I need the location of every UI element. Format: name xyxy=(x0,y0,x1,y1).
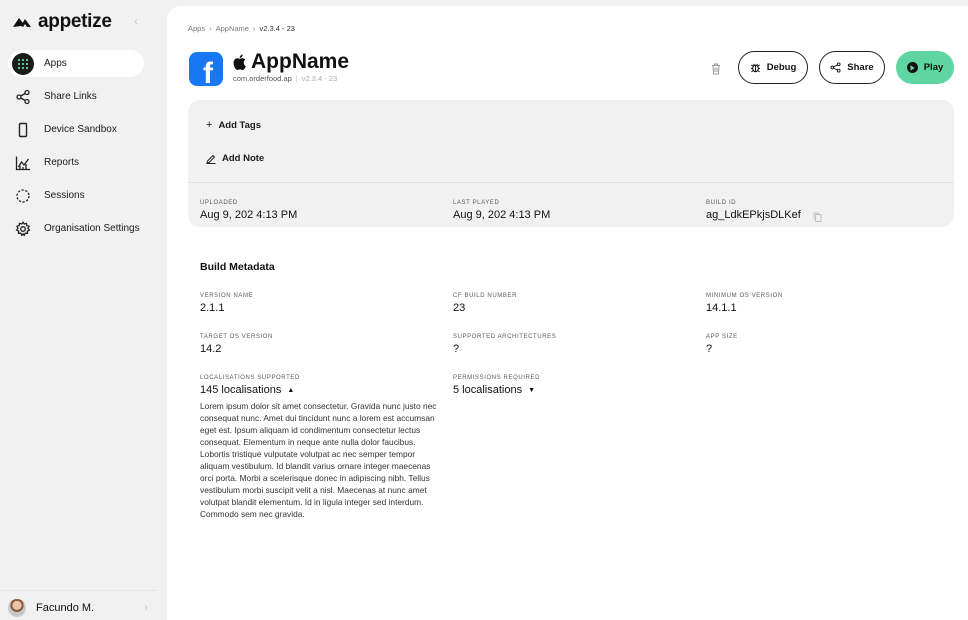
sidebar: appetize ‹ Apps Share Links Device Sandb… xyxy=(0,0,158,620)
sidebar-item-apps[interactable]: Apps xyxy=(8,50,144,77)
chevron-right-icon: › xyxy=(252,24,256,33)
sidebar-item-label: Organisation Settings xyxy=(44,223,140,234)
sidebar-item-share-links[interactable]: Share Links xyxy=(8,83,144,110)
last-played-label: LAST PLAYED xyxy=(453,200,500,206)
play-button[interactable]: Play xyxy=(896,51,954,84)
sidebar-item-organisation-settings[interactable]: Organisation Settings xyxy=(8,215,144,242)
sidebar-item-device-sandbox[interactable]: Device Sandbox xyxy=(8,116,144,143)
cf-build-label: CF BUILD NUMBER xyxy=(453,293,518,299)
localisations-value: 145 localisations xyxy=(200,384,282,396)
architectures-label: SUPPORTED ARCHITECTURES xyxy=(453,334,557,340)
bundle-id: com.orderfood.ap xyxy=(233,74,292,83)
caret-down-icon: ▼ xyxy=(528,386,536,394)
permissions-label: PERMISSIONS REQUIRED xyxy=(453,375,541,381)
apple-icon xyxy=(233,54,246,70)
sidebar-divider xyxy=(0,590,158,591)
uploaded-label: UPLOADED xyxy=(200,200,238,206)
grid-icon xyxy=(12,52,34,75)
breadcrumb-version: v2.3.4 - 23 xyxy=(259,24,295,33)
localisations-label: LOCALISATIONS SUPPORTED xyxy=(200,375,300,381)
facebook-logo-icon: f xyxy=(203,57,213,87)
card-divider xyxy=(188,182,954,183)
app-name: AppName xyxy=(251,50,350,73)
user-menu[interactable]: Facundo M. › xyxy=(8,598,148,618)
cf-build-value: 23 xyxy=(453,302,466,314)
version-name-value: 2.1.1 xyxy=(200,302,225,314)
bug-icon xyxy=(750,63,760,73)
sidebar-item-label: Sessions xyxy=(44,190,85,201)
gear-icon xyxy=(12,218,34,240)
debug-label: Debug xyxy=(766,62,797,73)
caret-up-icon: ▲ xyxy=(287,386,295,394)
sidebar-item-reports[interactable]: Reports xyxy=(8,149,144,176)
sidebar-nav: Apps Share Links Device Sandbox Reports … xyxy=(8,50,144,248)
appetize-logo-icon xyxy=(13,18,31,27)
sessions-icon xyxy=(12,185,34,207)
app-size-value: ? xyxy=(706,343,713,355)
phone-icon xyxy=(12,119,34,141)
add-tags-label: Add Tags xyxy=(218,119,262,131)
sidebar-item-label: Share Links xyxy=(44,91,97,102)
sidebar-item-label: Apps xyxy=(44,58,67,69)
version-name-label: VERSION NAME xyxy=(200,293,254,299)
breadcrumb: Apps › AppName › v2.3.4 - 23 xyxy=(188,24,295,33)
app-size-label: APP SIZE xyxy=(706,334,738,340)
target-os-value: 14.2 xyxy=(200,343,222,355)
localisations-description: Lorem ipsum dolor sit amet consectetur. … xyxy=(200,401,437,520)
localisations-toggle[interactable]: 145 localisations ▲ xyxy=(200,384,294,396)
breadcrumb-apps[interactable]: Apps xyxy=(188,24,205,33)
build-metadata-title: Build Metadata xyxy=(200,261,275,273)
chevron-right-icon: › xyxy=(144,602,148,614)
user-name: Facundo M. xyxy=(36,602,95,614)
play-label: Play xyxy=(923,62,944,73)
architectures-value: ? xyxy=(453,343,460,355)
last-played-value: Aug 9, 202 4:13 PM xyxy=(453,209,551,221)
app-subtitle: com.orderfood.ap | v2.3.4 - 23 xyxy=(233,74,337,83)
trash-icon[interactable] xyxy=(711,63,721,75)
app-title: AppName xyxy=(233,50,349,74)
plus-icon: + xyxy=(206,119,213,131)
add-note-label: Add Note xyxy=(222,153,265,164)
target-os-label: TARGET OS VERSION xyxy=(200,334,273,340)
build-id-label: BUILD ID xyxy=(706,200,737,206)
pencil-icon xyxy=(206,154,216,164)
chevron-right-icon: › xyxy=(209,24,212,33)
share-button[interactable]: Share xyxy=(819,51,885,84)
sidebar-item-label: Device Sandbox xyxy=(44,124,117,135)
uploaded-value: Aug 9, 202 4:13 PM xyxy=(200,209,298,221)
share-icon xyxy=(12,86,34,108)
chart-icon xyxy=(12,152,34,174)
min-os-value: 14.1.1 xyxy=(706,302,737,314)
sidebar-item-sessions[interactable]: Sessions xyxy=(8,182,144,209)
sidebar-item-label: Reports xyxy=(44,157,80,168)
add-tags-button[interactable]: + Add Tags xyxy=(206,119,261,131)
debug-button[interactable]: Debug xyxy=(738,51,808,84)
app-version: v2.3.4 - 23 xyxy=(301,74,338,83)
app-icon: f xyxy=(189,52,223,86)
avatar xyxy=(8,599,26,617)
divider: | xyxy=(295,74,298,83)
play-icon xyxy=(906,62,918,73)
app-info-card: + Add Tags Add Note UPLOADED Aug 9, 202 … xyxy=(188,100,954,227)
share-icon xyxy=(830,62,841,73)
collapse-sidebar-icon[interactable]: ‹ xyxy=(134,14,138,28)
share-label: Share xyxy=(847,62,874,73)
copy-icon[interactable] xyxy=(813,212,822,222)
min-os-label: MINIMUM OS VERSION xyxy=(706,293,783,299)
add-note-button[interactable]: Add Note xyxy=(206,153,264,164)
build-id-value: ag_LdkEPkjsDLKef xyxy=(706,209,801,221)
breadcrumb-app[interactable]: AppName xyxy=(216,24,249,33)
permissions-value: 5 localisations xyxy=(453,384,523,396)
brand-name: appetize xyxy=(38,11,112,32)
main-panel: Apps › AppName › v2.3.4 - 23 f AppName c… xyxy=(167,6,968,620)
permissions-toggle[interactable]: 5 localisations ▼ xyxy=(453,384,535,396)
brand-logo[interactable]: appetize xyxy=(12,10,112,34)
